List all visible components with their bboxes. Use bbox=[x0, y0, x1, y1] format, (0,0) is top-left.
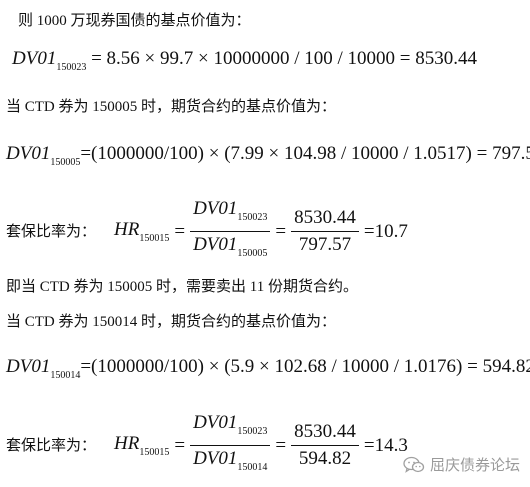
eq1-rhs: = 8.56 × 99.7 × 10000000 / 100 / 10000 =… bbox=[86, 48, 477, 69]
hr2-sub: 150015 bbox=[139, 447, 170, 458]
hr2-numeric-fraction: 8530.44 594.82 bbox=[291, 421, 359, 470]
intro-text: 则 1000 万现券国债的基点价值为： bbox=[18, 12, 251, 30]
equation-dv01-150023: DV01150023 = 8.56 × 99.7 × 10000000 / 10… bbox=[12, 48, 477, 79]
eq3-rhs: =(1000000/100) × (5.9 × 102.68 / 10000 /… bbox=[80, 356, 530, 377]
eq2-rhs: =(1000000/100) × (7.99 × 104.98 / 10000 … bbox=[80, 143, 530, 164]
hedge-ratio-2-label: 套保比率为： bbox=[6, 437, 97, 454]
hr2-denominator: DV01150014 bbox=[190, 446, 270, 479]
eq2-sub: 150005 bbox=[50, 157, 81, 168]
hr1-equals-2: = bbox=[275, 220, 287, 242]
ctd-150014-intro-text: 当 CTD 券为 150014 时，期货合约的基点价值为： bbox=[6, 314, 337, 330]
equation-dv01-150005: DV01150005=(1000000/100) × (7.99 × 104.9… bbox=[6, 143, 530, 174]
hr1-num-value: 8530.44 bbox=[291, 207, 359, 232]
conclusion-150005-text: 即当 CTD 券为 150005 时，需要卖出 11 份期货合约。 bbox=[6, 279, 358, 295]
hr2-symbolic-fraction: DV01150023 DV01150014 bbox=[190, 412, 271, 479]
hr1-den-value: 797.57 bbox=[298, 234, 352, 255]
hedge-ratio-1-label: 套保比率为： bbox=[6, 223, 97, 240]
hr1-symbolic-fraction: DV01150023 DV01150005 bbox=[190, 198, 271, 265]
hr2-numerator: DV01150023 bbox=[190, 412, 271, 446]
ctd-150014-intro: 当 CTD 券为 150014 时，期货合约的基点价值为： bbox=[6, 313, 336, 331]
watermark: 屈庆债券论坛 bbox=[403, 454, 520, 475]
eq1-sub: 150023 bbox=[56, 62, 87, 73]
hr1-numerator: DV01150023 bbox=[190, 198, 271, 232]
eq2-var: DV01 bbox=[6, 143, 51, 164]
eq3-var: DV01 bbox=[6, 356, 51, 377]
hr2-var: HR bbox=[114, 433, 140, 454]
hr1-denominator: DV01150005 bbox=[190, 232, 270, 265]
hr2-num-var: DV01 bbox=[193, 412, 238, 433]
hr2-result: =14.3 bbox=[363, 434, 408, 456]
hedge-ratio-1: 套保比率为： HR150015 = DV01150023 DV01150005 … bbox=[6, 198, 409, 265]
hr1-equals: = bbox=[174, 220, 186, 242]
equation-dv01-150014: DV01150014=(1000000/100) × (5.9 × 102.68… bbox=[6, 356, 530, 387]
hr2-den-value: 594.82 bbox=[298, 448, 352, 469]
hr2-num-sub: 150023 bbox=[237, 426, 268, 437]
hr2-label: HR150015 bbox=[114, 433, 169, 458]
hr1-result: =10.7 bbox=[363, 220, 408, 242]
hr1-numeric-fraction: 8530.44 797.57 bbox=[291, 207, 359, 256]
eq3-sub: 150014 bbox=[50, 370, 81, 381]
ctd-150005-intro-text: 当 CTD 券为 150005 时，期货合约的基点价值为： bbox=[6, 99, 337, 115]
hr1-num-sub: 150023 bbox=[237, 212, 268, 223]
hr1-den-var: DV01 bbox=[193, 234, 238, 255]
hr1-label: HR150015 bbox=[114, 219, 169, 244]
hr2-equals: = bbox=[174, 434, 186, 456]
hr2-equals-2: = bbox=[275, 434, 287, 456]
wechat-icon bbox=[403, 456, 425, 474]
hr2-den-sub: 150014 bbox=[237, 462, 268, 473]
watermark-text: 屈庆债券论坛 bbox=[429, 456, 520, 474]
hr1-var: HR bbox=[114, 219, 140, 240]
hr1-sub: 150015 bbox=[139, 233, 170, 244]
intro-text-content: 则 1000 万现券国债的基点价值为： bbox=[18, 13, 251, 29]
conclusion-150005: 即当 CTD 券为 150005 时，需要卖出 11 份期货合约。 bbox=[6, 278, 358, 296]
hr1-num-var: DV01 bbox=[193, 198, 238, 219]
ctd-150005-intro: 当 CTD 券为 150005 时，期货合约的基点价值为： bbox=[6, 98, 336, 116]
hr2-den-var: DV01 bbox=[193, 448, 238, 469]
hedge-ratio-2: 套保比率为： HR150015 = DV01150023 DV01150014 … bbox=[6, 412, 409, 479]
hr1-den-sub: 150005 bbox=[237, 248, 268, 259]
hr2-num-value: 8530.44 bbox=[291, 421, 359, 446]
eq1-var: DV01 bbox=[12, 48, 57, 69]
